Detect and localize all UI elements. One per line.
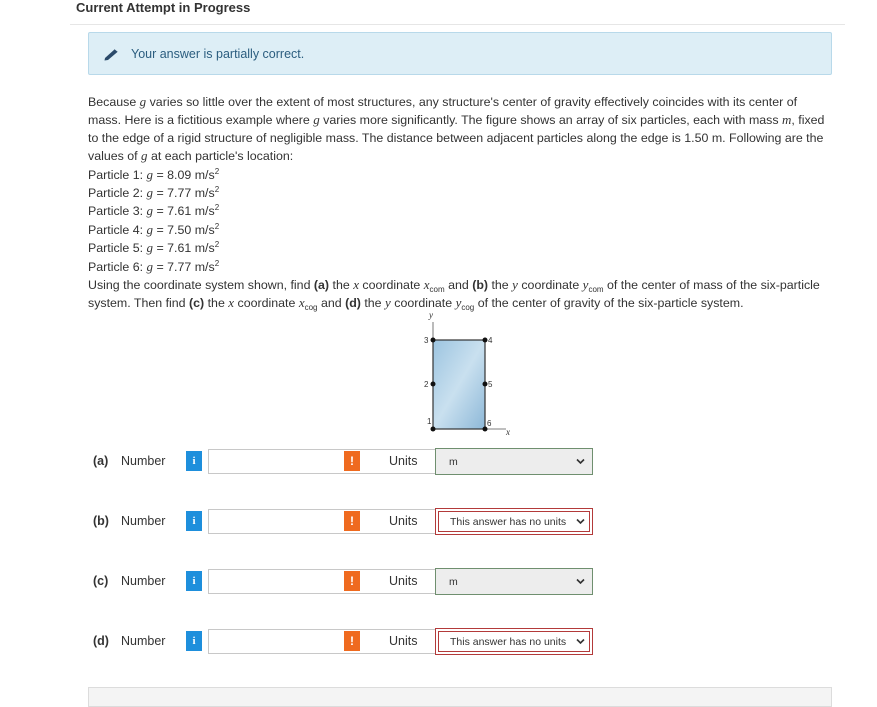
chevron-down-icon: [576, 458, 585, 465]
info-icon[interactable]: i: [186, 571, 202, 591]
number-label: Number: [121, 514, 166, 528]
units-value: m: [449, 455, 458, 468]
x-axis-label: x: [505, 427, 510, 437]
particle-4: [482, 337, 488, 343]
units-label: Units: [389, 514, 418, 528]
part-label: (b): [93, 514, 109, 528]
y-axis-label: y: [428, 312, 433, 320]
answer-row-d: (d) Number i ! Units This answer has no …: [93, 628, 603, 656]
part-label: (d): [93, 634, 109, 648]
attempt-heading: Current Attempt in Progress: [76, 0, 251, 15]
units-select-b[interactable]: This answer has no units: [435, 508, 593, 535]
feedback-message: Your answer is partially correct.: [131, 46, 305, 61]
point-label: 6: [487, 419, 492, 428]
feedback-banner: Your answer is partially correct.: [88, 32, 832, 75]
units-select-a[interactable]: m: [435, 448, 593, 475]
warning-icon[interactable]: !: [344, 511, 360, 531]
chevron-down-icon: [576, 638, 585, 645]
units-value: This answer has no units: [450, 635, 567, 648]
particle-line: Particle 1: g = 8.09 m/s2: [88, 166, 220, 182]
units-label: Units: [389, 574, 418, 588]
point-label: 3: [424, 336, 429, 345]
units-value: This answer has no units: [450, 515, 567, 528]
divider: [70, 24, 845, 25]
warning-icon[interactable]: !: [344, 451, 360, 471]
info-icon[interactable]: i: [186, 511, 202, 531]
problem-intro: Because g varies so little over the exte…: [88, 94, 825, 164]
units-label: Units: [389, 634, 418, 648]
next-panel: [88, 687, 832, 707]
particle-line: Particle 3: g = 7.61 m/s2: [88, 203, 220, 219]
part-label: (c): [93, 574, 109, 588]
point-label: 2: [424, 380, 429, 389]
part-label: (a): [93, 454, 109, 468]
particle-1: [430, 426, 436, 432]
point-label: 4: [488, 336, 493, 345]
units-value: m: [449, 575, 458, 588]
warning-icon[interactable]: !: [344, 571, 360, 591]
particle-5: [482, 381, 488, 387]
point-label: 1: [427, 417, 432, 426]
number-label: Number: [121, 574, 166, 588]
answer-row-b: (b) Number i ! Units This answer has no …: [93, 508, 603, 536]
info-icon[interactable]: i: [186, 451, 202, 471]
units-select-d[interactable]: This answer has no units: [435, 628, 593, 655]
particle-figure: y x 1 2 3 4 5 6: [424, 312, 510, 437]
particle-2: [430, 381, 436, 387]
units-select-c[interactable]: m: [435, 568, 593, 595]
answer-row-a: (a) Number i ! Units m: [93, 448, 603, 476]
problem-statement: Because g varies so little over the exte…: [88, 93, 833, 313]
number-label: Number: [121, 454, 166, 468]
info-icon[interactable]: i: [186, 631, 202, 651]
point-label: 5: [488, 380, 493, 389]
warning-icon[interactable]: !: [344, 631, 360, 651]
particle-line: Particle 4: g = 7.50 m/s2: [88, 221, 220, 237]
chevron-down-icon: [576, 518, 585, 525]
chevron-down-icon: [576, 578, 585, 585]
particle-line: Particle 6: g = 7.77 m/s2: [88, 258, 220, 274]
problem-question: Using the coordinate system shown, find …: [88, 277, 820, 313]
particle-line: Particle 2: g = 7.77 m/s2: [88, 185, 220, 201]
particle-3: [430, 337, 436, 343]
number-label: Number: [121, 634, 166, 648]
units-label: Units: [389, 454, 418, 468]
particle-line: Particle 5: g = 7.61 m/s2: [88, 240, 220, 256]
pencil-icon: [104, 48, 119, 60]
answer-row-c: (c) Number i ! Units m: [93, 568, 603, 596]
